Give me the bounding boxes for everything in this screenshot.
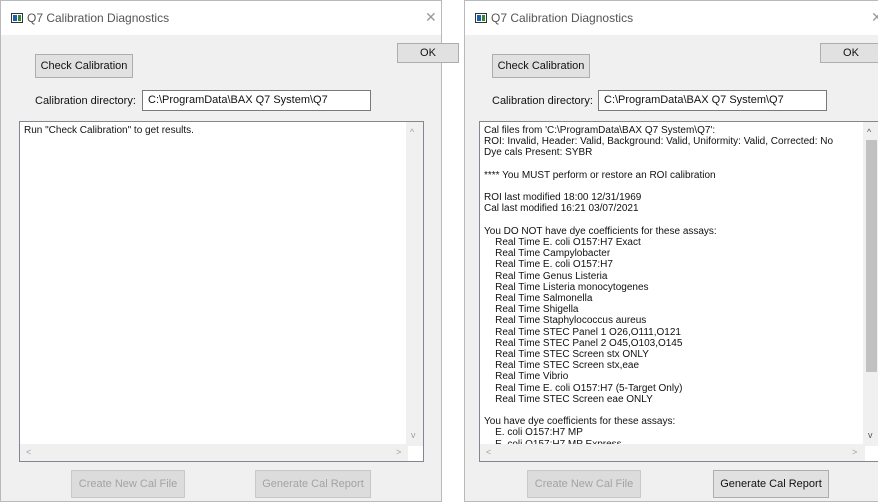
horizontal-scrollbar[interactable]: < >	[20, 444, 408, 461]
calibration-directory-input[interactable]: C:\ProgramData\BAX Q7 System\Q7	[598, 90, 827, 111]
results-textarea[interactable]: Cal files from 'C:\ProgramData\BAX Q7 Sy…	[479, 121, 878, 462]
vertical-scrollbar[interactable]: ^ v	[406, 122, 423, 446]
close-icon[interactable]: ✕	[871, 9, 878, 26]
results-textarea[interactable]: Run "Check Calibration" to get results. …	[19, 121, 424, 462]
create-new-cal-file-button[interactable]: Create New Cal File	[71, 470, 185, 498]
calibration-directory-input[interactable]: C:\ProgramData\BAX Q7 System\Q7	[142, 90, 371, 111]
vertical-scrollbar[interactable]: ^ v	[863, 122, 878, 446]
scroll-right-icon[interactable]: >	[852, 447, 857, 457]
generate-cal-report-button[interactable]: Generate Cal Report	[713, 470, 829, 498]
title-bar: Q7 Calibration Diagnostics ✕	[465, 1, 878, 35]
generate-cal-report-button[interactable]: Generate Cal Report	[255, 470, 371, 498]
ok-button[interactable]: OK	[820, 43, 878, 63]
create-new-cal-file-button[interactable]: Create New Cal File	[527, 470, 641, 498]
results-text: Run "Check Calibration" to get results.	[24, 125, 194, 136]
check-calibration-button[interactable]: Check Calibration	[492, 54, 590, 78]
calibration-directory-label: Calibration directory:	[492, 95, 593, 107]
ok-button[interactable]: OK	[397, 43, 459, 63]
calibration-directory-label: Calibration directory:	[35, 95, 136, 107]
scroll-down-icon[interactable]: v	[411, 430, 416, 440]
scroll-up-icon[interactable]: ^	[867, 127, 871, 137]
scroll-left-icon[interactable]: <	[486, 447, 491, 457]
scroll-left-icon[interactable]: <	[26, 447, 31, 457]
title-bar: Q7 Calibration Diagnostics ✕	[1, 1, 441, 35]
close-icon[interactable]: ✕	[425, 9, 437, 26]
dialog-window-results: Q7 Calibration Diagnostics ✕ OK Check Ca…	[464, 0, 878, 502]
scrollbar-thumb[interactable]	[866, 140, 877, 372]
horizontal-scrollbar[interactable]: < >	[480, 444, 865, 461]
window-title: Q7 Calibration Diagnostics	[491, 11, 634, 25]
scroll-up-icon[interactable]: ^	[410, 127, 414, 137]
scroll-right-icon[interactable]: >	[396, 447, 401, 457]
results-text: Cal files from 'C:\ProgramData\BAX Q7 Sy…	[484, 125, 834, 450]
scroll-down-icon[interactable]: v	[868, 430, 873, 440]
dialog-window-initial: Q7 Calibration Diagnostics ✕ OK Check Ca…	[0, 0, 459, 502]
window-title: Q7 Calibration Diagnostics	[27, 11, 170, 25]
app-icon	[475, 13, 487, 23]
check-calibration-button[interactable]: Check Calibration	[35, 54, 133, 78]
app-icon	[11, 13, 23, 23]
